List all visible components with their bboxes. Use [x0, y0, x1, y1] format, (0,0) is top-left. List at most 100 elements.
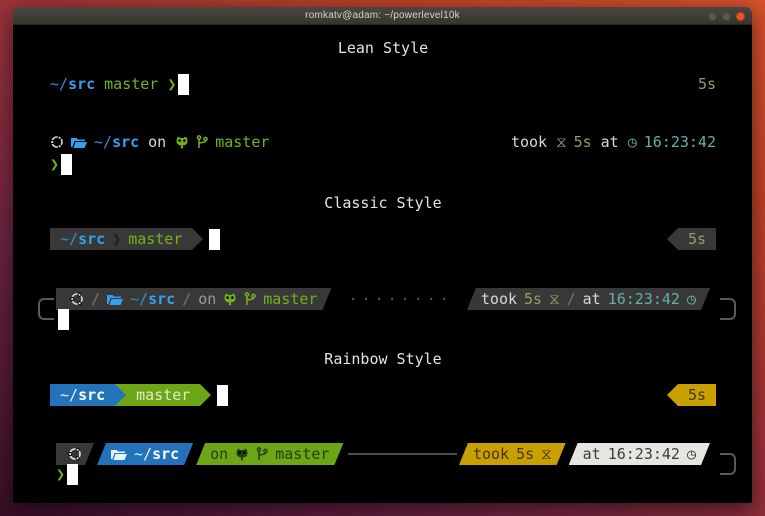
path-home: ~/: [60, 230, 78, 248]
classic-left-segment: ~/src ❯ master: [50, 228, 192, 250]
github-octocat-icon: [223, 293, 237, 306]
rainbow-style-heading: Rainbow Style: [50, 348, 716, 370]
path-dir: src: [68, 75, 95, 93]
path-home: ~/: [94, 133, 112, 151]
duration-value: 5s: [688, 386, 706, 404]
git-branch-label: master: [215, 133, 269, 151]
prompt-char: ❯: [167, 75, 176, 93]
segment-separator: /: [560, 290, 583, 308]
path-dir: src: [78, 386, 105, 404]
prompt-frame-left: [38, 298, 54, 320]
lean-style-heading: Lean Style: [50, 37, 716, 59]
duration-value: 5s: [688, 230, 706, 248]
prompt-char: ❯: [50, 155, 59, 173]
segment-separator: /: [84, 290, 107, 308]
hourglass-icon: ⧖: [556, 133, 567, 151]
on-label: on: [210, 445, 228, 463]
rainbow-vcs-segment: on master: [196, 443, 343, 465]
close-button[interactable]: [736, 12, 745, 21]
prompt-frame-right: [720, 298, 736, 320]
terminal-content[interactable]: Lean Style ~/srcmaster❯ 5s ~/src on: [13, 25, 752, 503]
git-branch-label: master: [275, 445, 329, 463]
rainbow-prompt-oneline: ~/src master 5s: [50, 384, 716, 406]
powerline-arrow-icon: [667, 228, 678, 250]
git-branch-label: master: [136, 386, 190, 404]
took-label: took: [511, 133, 547, 151]
path-home: ~/: [130, 290, 148, 308]
rainbow-duration-segment: took 5s ⧖: [459, 443, 566, 465]
clock-icon: ◷: [687, 445, 696, 463]
path-dir: src: [148, 290, 175, 308]
git-branch-icon: [244, 292, 256, 306]
path-dir: src: [152, 445, 179, 463]
segment-separator-icon: ❯: [105, 230, 128, 248]
prompt-gap-line: [348, 453, 457, 455]
window-title: romkatv@adam: ~/powerlevel10k: [305, 10, 460, 21]
terminal-window: romkatv@adam: ~/powerlevel10k Lean Style…: [13, 7, 752, 503]
segment-separator: /: [175, 290, 198, 308]
github-octocat-icon: [235, 448, 249, 461]
duration-value: 5s: [524, 290, 542, 308]
on-label: on: [148, 133, 166, 151]
hourglass-icon: ⧖: [549, 290, 560, 308]
text-cursor[interactable]: [61, 154, 72, 175]
git-branch-label: master: [263, 290, 317, 308]
github-octocat-icon: [175, 136, 189, 149]
at-label: at: [583, 290, 601, 308]
folder-icon: [71, 136, 87, 149]
classic-right-segment: took 5s ⧖ / at 16:23:42 ◷: [467, 288, 710, 310]
classic-left-segment: / ~/src / on master: [56, 288, 331, 310]
text-cursor[interactable]: [58, 309, 69, 330]
path-dir: src: [112, 133, 139, 151]
text-cursor[interactable]: [217, 385, 228, 406]
git-branch-label: master: [128, 230, 182, 248]
classic-prompt-twoline-bottom: [56, 308, 710, 330]
rainbow-dir-segment: ~/src: [97, 443, 193, 465]
maximize-button[interactable]: [722, 12, 731, 21]
lean-prompt-oneline: ~/srcmaster❯ 5s: [50, 73, 716, 95]
text-cursor[interactable]: [209, 229, 220, 250]
time-value: 16:23:42: [644, 133, 716, 151]
clock-icon: ◷: [628, 133, 637, 151]
rainbow-os-segment: [56, 443, 94, 465]
powerline-arrow-icon: [200, 384, 211, 406]
path-home: ~/: [60, 386, 78, 404]
time-value: 16:23:42: [608, 445, 680, 463]
folder-icon: [107, 293, 123, 306]
prompt-frame-right: [720, 453, 736, 475]
git-branch-icon: [196, 135, 208, 149]
text-cursor[interactable]: [67, 464, 78, 485]
rainbow-vcs-segment: master: [126, 384, 200, 406]
classic-right-segment: 5s: [678, 228, 716, 250]
powerline-arrow-icon: [192, 228, 203, 250]
on-label: on: [198, 290, 216, 308]
desktop-wallpaper: romkatv@adam: ~/powerlevel10k Lean Style…: [0, 0, 765, 516]
at-label: at: [583, 445, 601, 463]
git-branch-icon: [256, 447, 268, 461]
duration-value: 5s: [516, 445, 534, 463]
path-home: ~/: [134, 445, 152, 463]
took-label: took: [481, 290, 517, 308]
hourglass-icon: ⧖: [541, 445, 552, 463]
folder-icon: [111, 448, 127, 461]
clock-icon: ◷: [687, 290, 696, 308]
rainbow-prompt-twoline-top: ~/src on master took 5s ⧖: [56, 443, 710, 465]
titlebar[interactable]: romkatv@adam: ~/powerlevel10k: [13, 7, 752, 25]
time-value: 16:23:42: [608, 290, 680, 308]
rainbow-time-segment: at 16:23:42 ◷: [569, 443, 710, 465]
path-dir: src: [78, 230, 105, 248]
ubuntu-os-icon: [68, 447, 82, 461]
prompt-gap-dots: ········: [334, 290, 466, 308]
duration-value: 5s: [574, 133, 592, 151]
rainbow-duration-segment: 5s: [678, 384, 716, 406]
classic-style-heading: Classic Style: [50, 192, 716, 214]
duration-value: 5s: [698, 75, 716, 93]
path-home: ~/: [50, 75, 68, 93]
ubuntu-os-icon: [70, 292, 84, 306]
ubuntu-os-icon: [50, 135, 64, 149]
powerline-arrow-icon: [667, 384, 678, 406]
minimize-button[interactable]: [708, 12, 717, 21]
text-cursor[interactable]: [178, 74, 189, 95]
classic-prompt-twoline-top: / ~/src / on master ········: [56, 288, 710, 310]
took-label: took: [473, 445, 509, 463]
